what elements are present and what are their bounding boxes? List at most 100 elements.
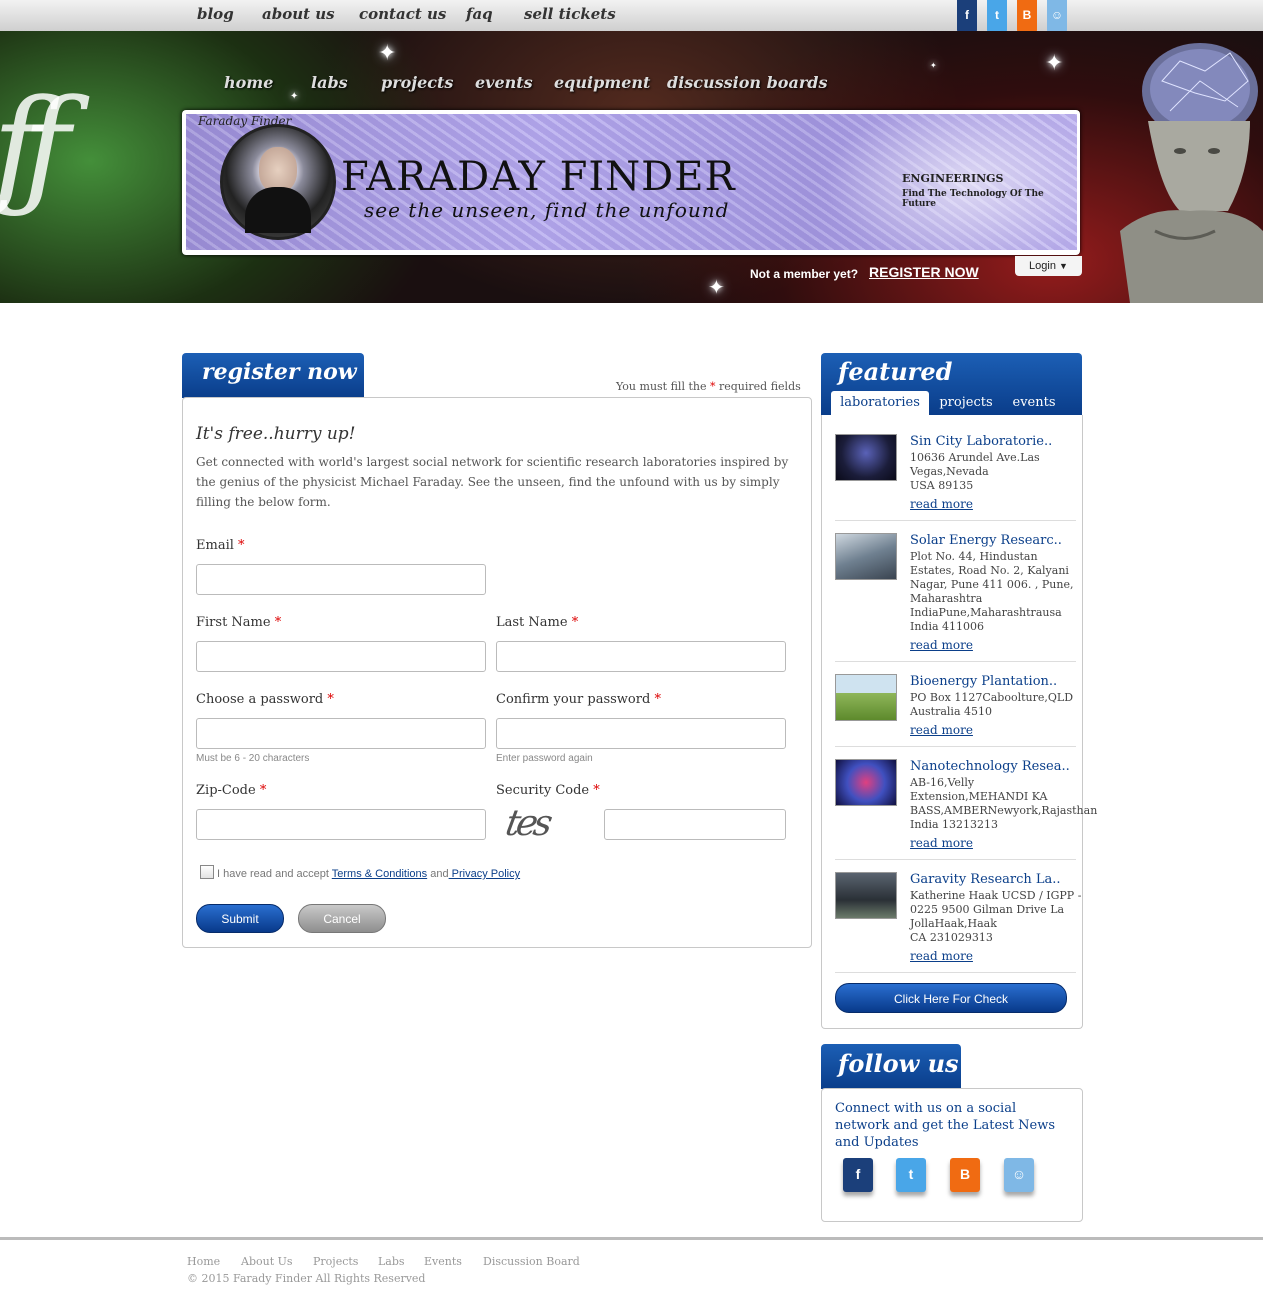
register-form-panel: It's free..hurry up! Get connected with …: [182, 397, 812, 948]
form-heading: It's free..hurry up!: [196, 424, 356, 444]
footer-link-discussion-board[interactable]: Discussion Board: [483, 1255, 580, 1268]
zip-label: Zip-Code *: [196, 783, 267, 798]
featured-item-address: Plot No. 44, Hindustan Estates, Road No.…: [910, 550, 1074, 633]
footer-link-home[interactable]: Home: [187, 1255, 220, 1268]
required-asterisk: *: [709, 380, 716, 393]
copyright: © 2015 Farady Finder All Rights Reserved: [187, 1272, 426, 1285]
banner-section: ENGINEERINGS: [902, 172, 1004, 185]
reddit-icon[interactable]: ☺: [1004, 1158, 1034, 1192]
email-label: Email *: [196, 538, 245, 553]
blogger-icon[interactable]: B: [950, 1158, 980, 1192]
footer-link-projects[interactable]: Projects: [313, 1255, 358, 1268]
banner-brand: FARADAY FINDER: [341, 154, 736, 200]
top-nav-blog[interactable]: blog: [197, 5, 234, 23]
star-decoration: ✦: [290, 91, 299, 102]
tab-laboratories[interactable]: laboratories: [831, 391, 929, 415]
caret-down-icon: ▼: [1059, 261, 1068, 271]
read-more-link[interactable]: read more: [910, 836, 973, 850]
lab-thumbnail[interactable]: [835, 434, 897, 481]
featured-item: Bioenergy Plantation.. PO Box 1127Cabool…: [835, 674, 1076, 747]
brain-statue-illustration: [1120, 43, 1263, 303]
login-label: Login: [1029, 260, 1056, 272]
star-decoration: ✦: [378, 41, 397, 66]
follow-title: follow us: [838, 1049, 959, 1078]
confirm-password-field[interactable]: [496, 718, 786, 749]
first-name-field[interactable]: [196, 641, 486, 672]
featured-item-address: AB-16,Velly Extension,MEHANDI KA BASS,AM…: [910, 776, 1098, 831]
top-nav-sell-tickets[interactable]: sell tickets: [524, 5, 616, 23]
lab-thumbnail[interactable]: [835, 674, 897, 721]
nav-equipment[interactable]: equipment: [554, 73, 650, 92]
featured-item-title[interactable]: Nanotechnology Resea..: [910, 759, 1070, 774]
lab-thumbnail[interactable]: [835, 759, 897, 806]
footer-link-events[interactable]: Events: [424, 1255, 462, 1268]
read-more-link[interactable]: read more: [910, 723, 973, 737]
accept-terms-text: I have read and accept Terms & Condition…: [217, 868, 521, 880]
terms-link[interactable]: Terms & Conditions: [332, 868, 427, 880]
nav-discussion-boards[interactable]: discussion boards: [667, 73, 827, 92]
footer-divider: [0, 1237, 1263, 1240]
tab-events[interactable]: events: [1004, 391, 1064, 415]
top-nav-contact-us[interactable]: contact us: [359, 5, 446, 23]
top-bar: blog about us contact us faq sell ticket…: [0, 0, 1263, 33]
check-button[interactable]: Click Here For Check: [835, 983, 1067, 1013]
featured-item-title[interactable]: Bioenergy Plantation..: [910, 674, 1057, 689]
cff-logo: ƒƒ: [0, 71, 70, 223]
footer-link-labs[interactable]: Labs: [378, 1255, 405, 1268]
top-nav-faq[interactable]: faq: [466, 5, 493, 23]
submit-button[interactable]: Submit: [196, 904, 284, 933]
nav-events[interactable]: events: [475, 73, 533, 92]
privacy-link[interactable]: Privacy Policy: [449, 868, 520, 880]
zip-field[interactable]: [196, 809, 486, 840]
top-nav-about-us[interactable]: about us: [262, 5, 335, 23]
confirm-password-label: Confirm your password *: [496, 692, 661, 707]
star-decoration: ✦: [708, 275, 725, 299]
banner-tagline: see the unseen, find the unfound: [364, 198, 730, 222]
nav-projects[interactable]: projects: [381, 73, 453, 92]
tab-projects[interactable]: projects: [932, 391, 1000, 415]
login-dropdown[interactable]: Login ▼: [1015, 256, 1082, 276]
follow-header: follow us: [821, 1044, 961, 1089]
password-hint: Must be 6 - 20 characters: [196, 753, 310, 764]
featured-item: Solar Energy Researc.. Plot No. 44, Hind…: [835, 533, 1076, 662]
read-more-link[interactable]: read more: [910, 638, 973, 652]
facebook-icon[interactable]: f: [843, 1158, 873, 1192]
read-more-link[interactable]: read more: [910, 949, 973, 963]
banner-section-sub: Find The Technology Of The Future: [902, 189, 1044, 209]
form-intro: Get connected with world's largest socia…: [196, 455, 789, 509]
featured-item-title[interactable]: Garavity Research La..: [910, 872, 1061, 887]
read-more-link[interactable]: read more: [910, 497, 973, 511]
register-now-link[interactable]: REGISTER NOW: [869, 264, 979, 280]
register-tab: register now: [182, 353, 364, 398]
twitter-icon[interactable]: t: [987, 0, 1007, 33]
accept-terms-checkbox[interactable]: [200, 865, 214, 879]
reddit-icon[interactable]: ☺: [1047, 0, 1067, 33]
star-decoration: ✦: [1045, 51, 1064, 76]
security-code-label: Security Code *: [496, 783, 600, 798]
last-name-label: Last Name *: [496, 615, 579, 630]
last-name-field[interactable]: [496, 641, 786, 672]
twitter-icon[interactable]: t: [896, 1158, 926, 1192]
confirm-password-hint: Enter password again: [496, 753, 593, 764]
security-code-field[interactable]: [604, 809, 786, 840]
blogger-icon[interactable]: B: [1017, 0, 1037, 33]
featured-item: Nanotechnology Resea.. AB-16,Velly Exten…: [835, 759, 1097, 860]
lab-thumbnail[interactable]: [835, 872, 897, 919]
featured-item: Garavity Research La.. Katherine Haak UC…: [835, 872, 1081, 973]
email-field[interactable]: [196, 564, 486, 595]
featured-item-address: Katherine Haak UCSD / IGPP - 0225 9500 G…: [910, 889, 1082, 944]
member-prompt: Not a member yet?: [750, 267, 859, 281]
cancel-button[interactable]: Cancel: [298, 904, 386, 933]
footer-link-about[interactable]: About Us: [241, 1255, 293, 1268]
faraday-portrait: [220, 124, 336, 240]
featured-item-title[interactable]: Sin City Laboratorie..: [910, 434, 1052, 449]
nav-home[interactable]: home: [224, 73, 273, 92]
featured-title: featured: [838, 357, 953, 386]
lab-thumbnail[interactable]: [835, 533, 897, 580]
featured-item-title[interactable]: Solar Energy Researc..: [910, 533, 1062, 548]
faraday-banner: Faraday Finder FARADAY FINDER see the un…: [186, 114, 1077, 250]
facebook-icon[interactable]: f: [957, 0, 977, 33]
password-field[interactable]: [196, 718, 486, 749]
featured-item: Sin City Laboratorie.. 10636 Arundel Ave…: [835, 434, 1076, 521]
nav-labs[interactable]: labs: [311, 73, 348, 92]
